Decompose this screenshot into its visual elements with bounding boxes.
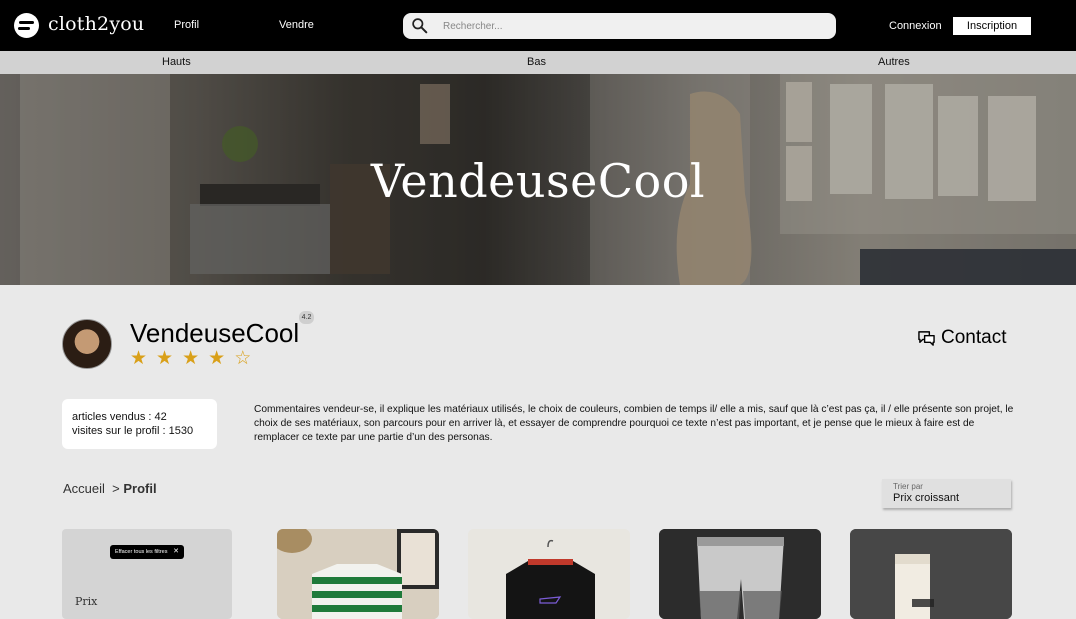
breadcrumb: Accueil > Profil (63, 481, 157, 496)
breadcrumb-separator: > (112, 481, 120, 496)
contact-button[interactable]: Contact (917, 327, 1006, 349)
profile-banner-image: VendeuseCool (0, 74, 1076, 285)
sort-dropdown[interactable]: Trier par Prix croissant (882, 479, 1011, 508)
star-rating: ★ ★ ★ ★ ☆ (130, 349, 251, 369)
breadcrumb-current: Profil (123, 481, 157, 496)
sort-value: Prix croissant (893, 492, 960, 504)
banner-title: VendeuseCool (370, 154, 706, 208)
login-link[interactable]: Connexion (889, 20, 942, 32)
signup-button[interactable]: Inscription (953, 17, 1031, 35)
category-autres[interactable]: Autres (878, 56, 910, 68)
stat-profile-visits: visites sur le profil : 1530 (72, 424, 207, 438)
chat-bubbles-icon (918, 330, 935, 346)
category-bas[interactable]: Bas (527, 56, 546, 68)
search-bar[interactable] (403, 13, 836, 39)
contact-label: Contact (941, 327, 1007, 348)
brand-logo-icon[interactable] (14, 13, 39, 38)
star-filled-icon: ★ (182, 348, 200, 369)
star-empty-icon: ☆ (234, 348, 252, 369)
star-filled-icon: ★ (208, 348, 226, 369)
seller-description: Commentaires vendeur-se, il explique les… (254, 404, 1014, 443)
top-navigation-bar: cloth2you Profil Vendre Connexion Inscri… (0, 0, 1076, 51)
category-hauts[interactable]: Hauts (162, 56, 191, 68)
stat-visits-label: visites sur le profil : (72, 425, 166, 437)
clear-filters-chip[interactable]: Effacer tous les filtres ✕ (110, 545, 184, 559)
star-filled-icon: ★ (156, 348, 174, 369)
nav-link-profil[interactable]: Profil (174, 19, 199, 31)
category-bar: Hauts Bas Autres (0, 51, 1076, 74)
stat-visits-value: 1530 (168, 425, 194, 437)
search-input[interactable] (443, 17, 823, 35)
nav-link-vendre[interactable]: Vendre (279, 19, 314, 31)
sort-label: Trier par (893, 482, 923, 491)
seller-avatar (62, 319, 112, 369)
rating-badge: 4.2 (299, 311, 314, 324)
search-icon[interactable] (411, 17, 428, 34)
brand-name[interactable]: cloth2you (48, 13, 144, 35)
stat-sold-label: articles vendus : (72, 411, 152, 423)
seller-name: VendeuseCool (130, 318, 300, 348)
stat-sold-value: 42 (154, 411, 167, 423)
breadcrumb-home[interactable]: Accueil (63, 481, 105, 496)
seller-stats-box: articles vendus : 42 visites sur le prof… (62, 399, 217, 449)
clear-filters-label: Effacer tous les filtres (115, 549, 168, 555)
star-filled-icon: ★ (130, 348, 148, 369)
filter-price-label: Prix (75, 595, 98, 608)
stat-articles-sold: articles vendus : 42 (72, 410, 207, 424)
close-icon[interactable]: ✕ (173, 545, 179, 559)
